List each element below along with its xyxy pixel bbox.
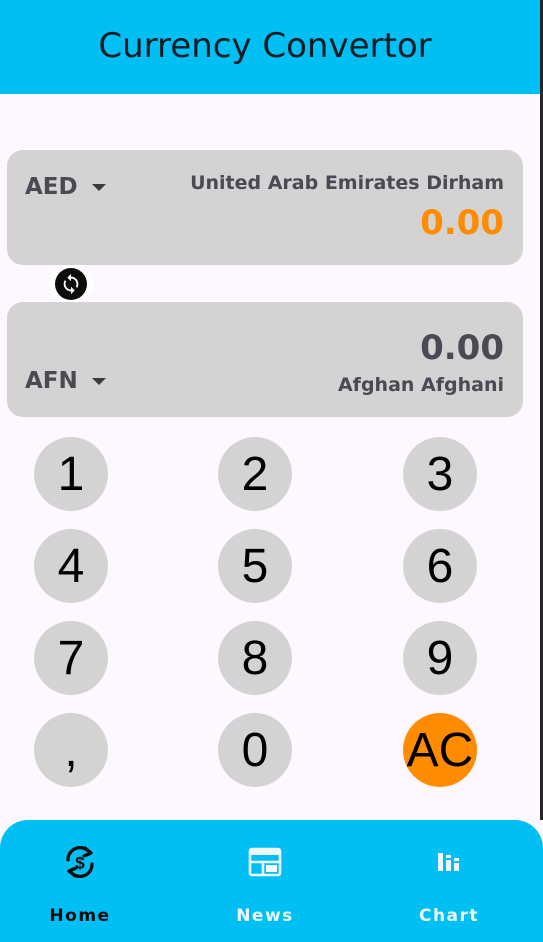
key-1[interactable]: 1 [34, 437, 108, 511]
from-currency-card[interactable]: AED United Arab Emirates Dirham 0.00 [7, 150, 523, 265]
key-5[interactable]: 5 [218, 529, 292, 603]
to-currency-amount: 0.00 [420, 328, 504, 368]
to-currency-card[interactable]: 0.00 AFN Afghan Afghani [7, 302, 523, 417]
to-currency-code: AFN [25, 368, 78, 394]
top-app-bar: Currency Convertor [0, 0, 541, 94]
newspaper-icon [247, 842, 283, 882]
key-7[interactable]: 7 [34, 621, 108, 695]
key-9[interactable]: 9 [403, 621, 477, 695]
nav-item-news[interactable]: News [205, 842, 325, 934]
app-root: Currency Convertor AED United Arab Emira… [0, 0, 543, 942]
key-comma[interactable]: , [34, 713, 108, 787]
from-currency-code: AED [25, 174, 78, 200]
nav-item-home[interactable]: $ Home [20, 842, 140, 934]
bar-chart-icon [433, 842, 465, 882]
key-6[interactable]: 6 [403, 529, 477, 603]
currency-exchange-icon: $ [60, 842, 100, 882]
swap-currencies-button[interactable] [49, 266, 93, 302]
nav-label-home: Home [49, 906, 111, 926]
to-currency-dropdown[interactable]: AFN [25, 368, 106, 394]
key-all-clear[interactable]: AC [403, 713, 477, 787]
key-8[interactable]: 8 [218, 621, 292, 695]
page-title: Currency Convertor [98, 26, 432, 66]
svg-text:$: $ [75, 854, 85, 873]
key-2[interactable]: 2 [218, 437, 292, 511]
nav-label-chart: Chart [418, 906, 480, 926]
to-currency-name: Afghan Afghani [337, 374, 504, 396]
key-4[interactable]: 4 [34, 529, 108, 603]
from-currency-amount[interactable]: 0.00 [420, 203, 504, 243]
bottom-navigation: $ Home News Chart [0, 820, 543, 942]
dropdown-arrow-icon [91, 183, 106, 191]
key-3[interactable]: 3 [403, 437, 477, 511]
nav-item-chart[interactable]: Chart [389, 842, 509, 934]
nav-label-news: News [236, 906, 294, 926]
from-currency-name: United Arab Emirates Dirham [190, 172, 504, 194]
from-currency-dropdown[interactable]: AED [25, 174, 106, 200]
dropdown-arrow-icon [91, 377, 106, 385]
swap-icon [55, 268, 87, 300]
key-0[interactable]: 0 [218, 713, 292, 787]
